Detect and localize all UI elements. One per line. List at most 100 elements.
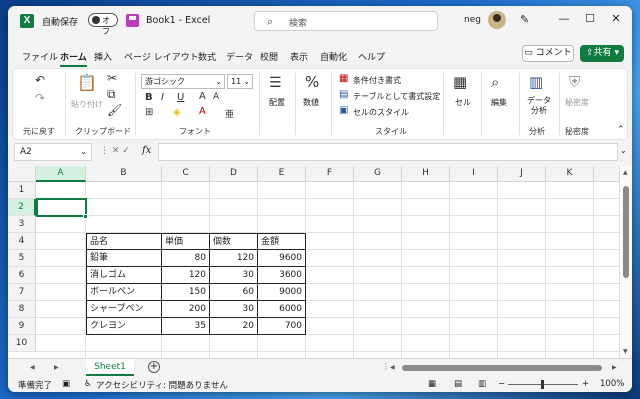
row-header[interactable]: 8 <box>8 301 36 318</box>
normal-view-icon[interactable]: ▦ <box>428 379 436 389</box>
column-header-b[interactable]: B <box>86 166 162 182</box>
search-box[interactable]: ⌕ 検索 <box>254 11 438 31</box>
scroll-thumb[interactable] <box>402 365 602 371</box>
tab-automate[interactable]: 自動化 <box>320 50 347 63</box>
tab-view[interactable]: 表示 <box>290 50 308 63</box>
column-header-k[interactable]: K <box>546 166 594 182</box>
scroll-up-icon[interactable]: ▲ <box>623 169 628 176</box>
table-header-cell[interactable]: 単価 <box>162 233 210 250</box>
font-color-icon[interactable]: A <box>199 106 206 117</box>
tab-home[interactable]: ホーム <box>60 50 87 67</box>
column-header-l[interactable] <box>594 166 620 182</box>
table-cell[interactable]: 6000 <box>258 301 306 318</box>
percent-icon[interactable]: % <box>305 73 319 91</box>
comment-button[interactable]: ▭ コメント <box>522 45 574 62</box>
cells-label[interactable]: セル <box>455 97 471 108</box>
tab-splitter-icon[interactable]: ⋮ <box>382 362 390 371</box>
save-icon[interactable] <box>126 14 139 27</box>
scroll-right-icon[interactable]: ▶ <box>612 364 617 371</box>
font-grow-icon[interactable]: A <box>199 91 206 102</box>
column-header-j[interactable]: J <box>498 166 546 182</box>
number-label[interactable]: 数値 <box>303 97 319 108</box>
vertical-scrollbar[interactable]: ▲ ▼ <box>620 166 632 358</box>
table-cell[interactable]: 鉛筆 <box>86 250 162 267</box>
bold-icon[interactable]: B <box>145 92 153 103</box>
column-header-h[interactable]: H <box>402 166 450 182</box>
table-cell[interactable]: クレヨン <box>86 318 162 335</box>
zoom-level[interactable]: 100% <box>600 379 624 389</box>
paste-icon[interactable]: 📋 <box>77 73 97 92</box>
table-cell[interactable]: 30 <box>210 301 258 318</box>
row-header[interactable]: 4 <box>8 233 36 250</box>
table-cell[interactable]: 35 <box>162 318 210 335</box>
page-break-view-icon[interactable]: ▥ <box>478 379 486 389</box>
row-header[interactable]: 9 <box>8 318 36 335</box>
align-icon[interactable]: ☰ <box>269 75 282 91</box>
zoom-out-button[interactable]: − <box>498 379 505 389</box>
tab-data[interactable]: データ <box>226 50 253 63</box>
column-header-i[interactable]: I <box>450 166 498 182</box>
share-button[interactable]: ⇪共有 ▾ <box>580 45 624 62</box>
chevron-down-icon[interactable]: ⌄ <box>620 146 627 155</box>
column-header-c[interactable]: C <box>162 166 210 182</box>
autosave-toggle[interactable]: オフ <box>88 13 118 36</box>
column-header-f[interactable]: F <box>306 166 354 182</box>
minimize-button[interactable]: — <box>556 12 572 25</box>
font-size-select[interactable]: 11 ⌄ <box>227 74 253 89</box>
column-header-e[interactable]: E <box>258 166 306 182</box>
font-shrink-icon[interactable]: A <box>213 92 219 102</box>
table-cell[interactable]: 120 <box>210 250 258 267</box>
underline-icon[interactable]: U <box>177 92 184 103</box>
table-cell[interactable]: 60 <box>210 284 258 301</box>
macro-record-icon[interactable]: ▣ <box>62 379 70 389</box>
table-cell[interactable]: 120 <box>162 267 210 284</box>
row-header[interactable]: 6 <box>8 267 36 284</box>
analyze-data-label-2[interactable]: 分析 <box>531 105 547 116</box>
table-cell[interactable]: ボールペン <box>86 284 162 301</box>
user-name[interactable]: neg <box>464 15 481 25</box>
pen-icon[interactable]: ✎ <box>520 13 529 26</box>
scroll-down-icon[interactable]: ▼ <box>623 348 628 355</box>
active-cell[interactable] <box>36 198 87 217</box>
row-header[interactable]: 1 <box>8 182 36 199</box>
maximize-button[interactable]: ☐ <box>582 12 598 25</box>
undo-icon[interactable]: ↶ <box>35 73 45 87</box>
fill-color-icon[interactable]: ◈ <box>173 107 181 118</box>
table-cell[interactable]: 3600 <box>258 267 306 284</box>
edit-label[interactable]: 編集 <box>491 97 507 108</box>
avatar[interactable] <box>488 11 506 29</box>
page-layout-view-icon[interactable]: ▤ <box>454 379 462 389</box>
zoom-slider-thumb[interactable] <box>541 380 544 389</box>
row-header[interactable]: 10 <box>8 335 36 352</box>
table-cell[interactable]: 200 <box>162 301 210 318</box>
cells-icon[interactable]: ▦ <box>453 73 467 91</box>
italic-icon[interactable]: I <box>161 92 164 103</box>
sensitivity-icon[interactable]: ⛨ <box>569 73 580 91</box>
column-header-a[interactable]: A <box>36 166 86 182</box>
collapse-ribbon-icon[interactable]: ⌃ <box>617 125 625 135</box>
table-header-cell[interactable]: 品名 <box>86 233 162 250</box>
add-sheet-button[interactable]: + <box>148 361 160 373</box>
insert-function-icon[interactable]: fx <box>142 145 151 156</box>
table-cell[interactable]: シャープペン <box>86 301 162 318</box>
phonetic-icon[interactable]: 亜 <box>225 107 234 120</box>
scroll-thumb[interactable] <box>623 186 629 278</box>
table-cell[interactable]: 9000 <box>258 284 306 301</box>
fill-handle[interactable] <box>83 214 88 219</box>
table-format-button[interactable]: テーブルとして書式設定 <box>353 91 440 102</box>
sensitivity-label[interactable]: 秘密度 <box>565 97 589 108</box>
copy-icon[interactable]: ⧉ <box>107 87 116 102</box>
column-header-g[interactable]: G <box>354 166 402 182</box>
formula-input[interactable] <box>158 143 618 161</box>
tab-formulas[interactable]: 数式 <box>198 50 216 63</box>
redo-icon[interactable]: ↷ <box>35 91 45 105</box>
table-cell[interactable]: 150 <box>162 284 210 301</box>
tab-insert[interactable]: 挿入 <box>94 50 112 63</box>
table-cell[interactable]: 9600 <box>258 250 306 267</box>
table-cell[interactable]: 700 <box>258 318 306 335</box>
cut-icon[interactable]: ✂ <box>107 71 117 85</box>
row-header[interactable]: 3 <box>8 216 36 233</box>
align-label[interactable]: 配置 <box>269 97 285 108</box>
select-all-corner[interactable] <box>8 166 36 182</box>
row-header[interactable]: 5 <box>8 250 36 267</box>
